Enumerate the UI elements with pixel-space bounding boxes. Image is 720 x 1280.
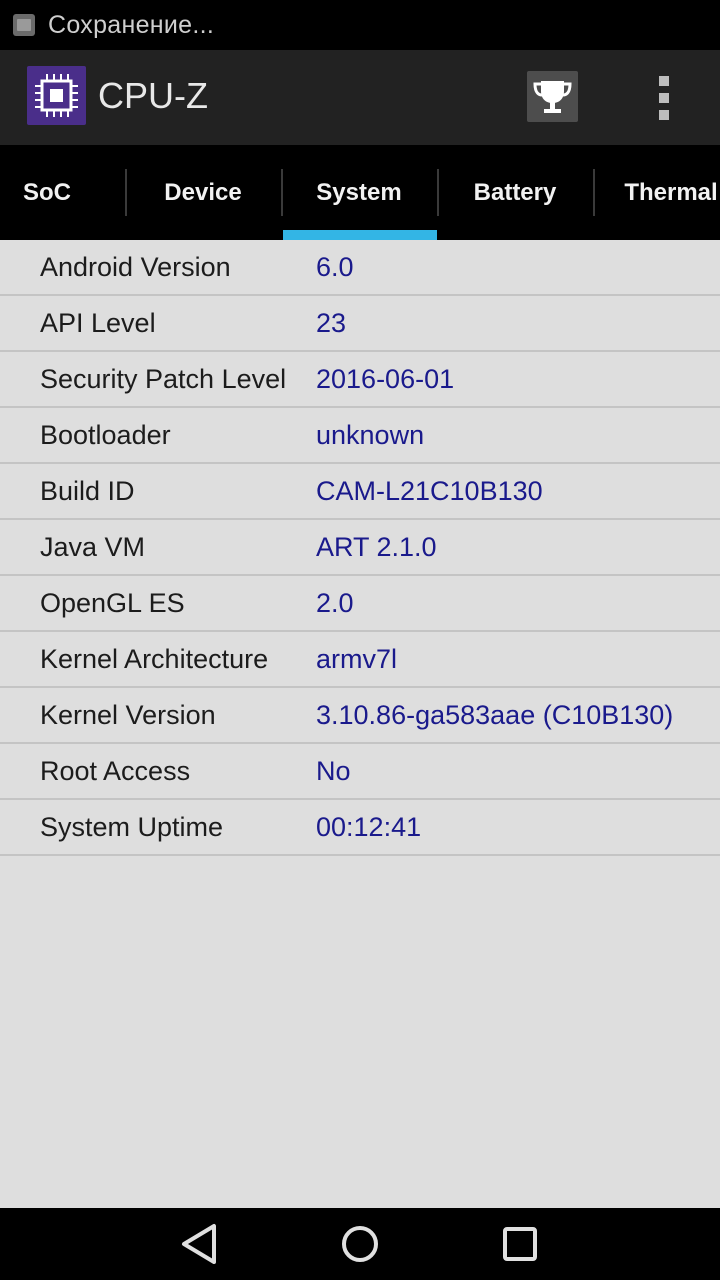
- selected-tab-indicator: [283, 230, 437, 240]
- back-triangle-icon: [182, 1224, 216, 1264]
- list-item: Kernel Architecture armv7l: [0, 632, 720, 688]
- recents-square-icon: [503, 1227, 537, 1261]
- info-value: 2016-06-01: [316, 364, 455, 394]
- info-value: 3.10.86-ga583aae (C10B130): [316, 700, 674, 730]
- overflow-menu-button[interactable]: [640, 70, 688, 126]
- info-value: 00:12:41: [316, 812, 422, 842]
- trophy-icon: [533, 81, 572, 113]
- info-label: Bootloader: [40, 420, 171, 450]
- status-bar: Сохранение...: [0, 0, 720, 50]
- list-item: API Level 23: [0, 296, 720, 352]
- app-bar: CPU-Z: [0, 50, 720, 145]
- tab-bar: SoC Device System Battery Thermal: [0, 145, 720, 240]
- info-value: 23: [316, 308, 347, 338]
- tab-system[interactable]: System: [281, 145, 437, 240]
- cpu-chip-icon: [27, 66, 86, 125]
- list-item: OpenGL ES 2.0: [0, 576, 720, 632]
- info-label: Android Version: [40, 252, 231, 282]
- list-item: Kernel Version 3.10.86-ga583aae (C10B130…: [0, 688, 720, 744]
- info-value: 6.0: [316, 252, 354, 282]
- info-value: ART 2.1.0: [316, 532, 437, 562]
- tab-device[interactable]: Device: [125, 145, 281, 240]
- info-value: No: [316, 756, 351, 786]
- info-label: Security Patch Level: [40, 364, 287, 394]
- info-label: Kernel Architecture: [40, 644, 269, 674]
- system-info-list: Android Version 6.0 API Level 23 Securit…: [0, 240, 720, 856]
- info-label: API Level: [40, 308, 156, 338]
- info-label: Build ID: [40, 476, 135, 506]
- list-item: System Uptime 00:12:41: [0, 800, 720, 856]
- back-button[interactable]: [176, 1222, 224, 1266]
- info-label: OpenGL ES: [40, 588, 185, 618]
- home-button[interactable]: [336, 1222, 384, 1266]
- info-value: unknown: [316, 420, 425, 450]
- trophy-button[interactable]: [527, 71, 578, 122]
- info-value: 2.0: [316, 588, 354, 618]
- tab-soc[interactable]: SoC: [0, 145, 125, 240]
- info-label: Java VM: [40, 532, 146, 562]
- list-item: Root Access No: [0, 744, 720, 800]
- info-label: System Uptime: [40, 812, 224, 842]
- tab-thermal[interactable]: Thermal: [593, 145, 720, 240]
- navigation-bar: [0, 1208, 720, 1280]
- list-item: Java VM ART 2.1.0: [0, 520, 720, 576]
- tab-battery[interactable]: Battery: [437, 145, 593, 240]
- info-value: armv7l: [316, 644, 398, 674]
- list-item: Build ID CAM-L21C10B130: [0, 464, 720, 520]
- list-item: Security Patch Level 2016-06-01: [0, 352, 720, 408]
- info-label: Root Access: [40, 756, 191, 786]
- app-title: CPU-Z: [98, 75, 208, 116]
- list-item: Bootloader unknown: [0, 408, 720, 464]
- status-notification-text: Сохранение...: [48, 10, 215, 39]
- list-item: Android Version 6.0: [0, 240, 720, 296]
- info-value: CAM-L21C10B130: [316, 476, 543, 506]
- gallery-icon: [13, 14, 35, 36]
- recents-button[interactable]: [496, 1222, 544, 1266]
- info-label: Kernel Version: [40, 700, 216, 730]
- home-circle-icon: [342, 1226, 378, 1262]
